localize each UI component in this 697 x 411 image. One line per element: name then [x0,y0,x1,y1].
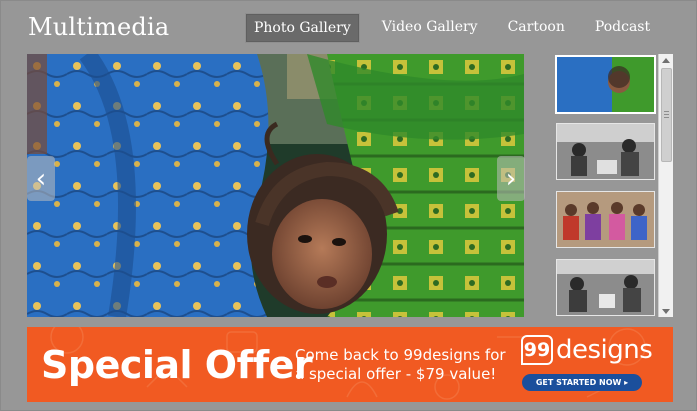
multimedia-widget: Multimedia Photo Gallery Video Gallery C… [0,0,697,411]
arrow-up-icon [662,57,670,63]
arrow-down-icon [662,308,670,314]
thumbnail-image [557,192,654,247]
thumbnail-4[interactable] [556,259,655,316]
chevron-left-icon: ‹ [35,163,47,194]
scroll-up-button[interactable] [659,54,673,66]
thumbnail-image [557,57,654,112]
thumbnail-scrollbar[interactable] [658,54,673,317]
nav-tabs: Photo Gallery Video Gallery Cartoon Podc… [245,13,672,43]
logo-word: designs [556,335,653,365]
thumbnail-2[interactable] [556,123,655,180]
thumbnail-list [554,54,657,317]
chevron-right-icon: › [505,163,517,194]
scroll-down-button[interactable] [659,305,673,317]
next-arrow[interactable]: › [497,156,525,201]
tab-podcast[interactable]: Podcast [587,13,658,41]
offer-line-2: a special offer - $79 value! [295,365,497,383]
header: Multimedia Photo Gallery Video Gallery C… [1,1,697,51]
logo-number: 99 [521,335,553,365]
widget-title: Multimedia [28,13,170,41]
main-photo-image [27,54,524,317]
thumbnail-image [557,124,654,179]
scroll-thumb[interactable] [661,68,672,162]
99designs-logo: 99 designs [521,333,653,367]
offer-headline: Special Offer [41,343,313,387]
get-started-button[interactable]: GET STARTED NOW ▸ [522,374,642,391]
prev-arrow[interactable]: ‹ [27,156,55,201]
thumbnail-3[interactable] [556,191,655,248]
main-photo[interactable] [27,54,524,317]
offer-text: Come back to 99designs for a special off… [295,346,506,384]
tab-cartoon[interactable]: Cartoon [500,13,573,41]
tab-video-gallery[interactable]: Video Gallery [374,13,486,41]
tab-photo-gallery[interactable]: Photo Gallery [245,13,360,43]
thumbnail-1[interactable] [555,55,656,114]
thumbnail-image [557,260,654,315]
special-offer-banner[interactable]: Special Offer Come back to 99designs for… [27,327,673,402]
offer-line-1: Come back to 99designs for [295,346,506,364]
